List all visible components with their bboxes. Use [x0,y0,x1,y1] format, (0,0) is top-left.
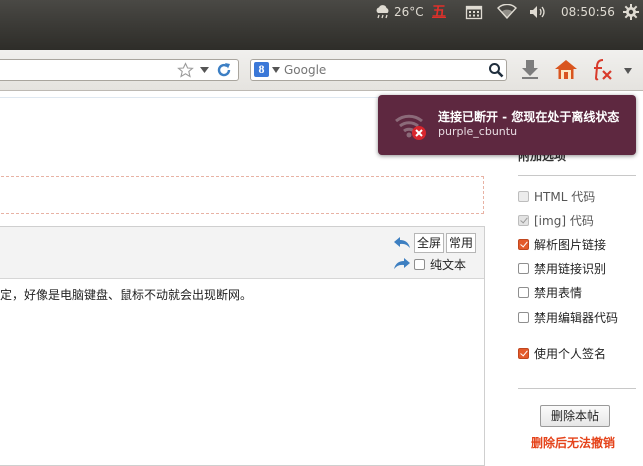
calendar-day-badge: 五 [432,4,446,20]
downloads-button[interactable] [517,56,543,82]
fullscreen-button[interactable]: 全屏 [414,233,445,253]
search-input[interactable] [284,61,484,79]
wifi-disconnected-icon [395,114,426,140]
option-disable-emoticons[interactable]: 禁用表情 [518,284,582,300]
history-dropdown-icon[interactable] [200,67,209,73]
home-button[interactable] [553,56,579,82]
option-use-signature[interactable]: 使用个人签名 [518,345,606,361]
option-disable-link-recognition[interactable]: 禁用链接识别 [518,260,606,276]
home-icon [555,60,577,79]
flash-blocked-icon [594,59,612,81]
addon-menu-dropdown-icon[interactable] [624,68,632,74]
weather-indicator[interactable]: 26°C [374,0,424,24]
volume-icon[interactable] [528,0,548,24]
option-label: [img] 代码 [534,213,594,228]
addon-flash-button[interactable] [589,56,615,82]
network-disconnected-notification: 连接已断开 - 您现在处于离线状态 purple_cbuntu [378,95,636,155]
search-bar[interactable]: 8 [250,59,507,81]
disable-link-recognition-checkbox[interactable] [518,262,529,274]
bookmark-star-icon[interactable] [177,62,194,78]
search-icon[interactable] [488,62,504,78]
calendar-icon[interactable] [465,0,483,24]
img-code-checkbox[interactable] [518,214,529,226]
common-button[interactable]: 常用 [446,233,477,253]
post-editor: 全屏 常用 纯文本 定，好像是电脑键盘、鼠标不动就会出现断网。 [0,226,485,466]
option-html-code[interactable]: HTML 代码 [518,188,595,204]
notification-subtitle: purple_cbuntu [438,125,518,138]
disable-emoticons-checkbox[interactable] [518,286,529,298]
use-signature-checkbox[interactable] [518,347,529,359]
disable-editor-code-checkbox[interactable] [518,311,529,323]
weather-cloud-rain-icon [376,5,389,19]
search-engine-google-icon[interactable]: 8 [254,62,269,77]
option-label: 禁用链接识别 [534,261,607,276]
reload-icon[interactable] [215,61,233,79]
calendar-day-indicator[interactable]: 五 [432,0,446,24]
options-divider [518,175,636,176]
undo-arrow-icon[interactable] [393,236,411,250]
url-bar[interactable] [0,59,239,81]
delete-post-button[interactable]: 删除本帖 [540,405,610,427]
download-arrow-icon [522,60,538,79]
weather-temp: 26°C [394,5,424,19]
option-disable-editor-code[interactable]: 禁用编辑器代码 [518,309,618,325]
editor-content[interactable]: 定，好像是电脑键盘、鼠标不动就会出现断网。 [0,286,252,303]
search-engine-dropdown-icon[interactable] [272,67,280,73]
delete-divider [518,388,636,389]
option-label: 使用个人签名 [534,346,607,361]
option-img-code[interactable]: [img] 代码 [518,212,594,228]
option-label: 解析图片链接 [534,237,607,252]
notification-title: 连接已断开 - 您现在处于离线状态 [438,110,620,124]
parse-image-links-checkbox[interactable] [518,238,529,250]
plaintext-label: 纯文本 [430,258,467,272]
option-label: HTML 代码 [534,189,596,204]
option-parse-image-links[interactable]: 解析图片链接 [518,236,606,252]
clock-time: 08:50:56 [561,5,615,19]
plaintext-toggle[interactable]: 纯文本 [414,256,466,273]
clock[interactable]: 08:50:56 [561,0,615,24]
plaintext-checkbox[interactable] [414,259,425,270]
delete-warning: 删除后无法撤销 [531,436,616,450]
option-label: 禁用编辑器代码 [534,310,619,325]
browser-toolbar: 8 [0,50,643,91]
window-titlebar [0,24,643,50]
attachment-drop-area[interactable] [0,176,484,214]
option-label: 禁用表情 [534,285,583,300]
gear-icon[interactable] [622,0,640,24]
editor-toolbar: 全屏 常用 纯文本 [0,227,484,279]
redo-arrow-icon[interactable] [393,257,411,271]
top-panel: 26°C 五 08:50:56 [0,0,643,24]
wifi-icon[interactable] [497,0,517,24]
html-code-checkbox[interactable] [518,190,529,202]
